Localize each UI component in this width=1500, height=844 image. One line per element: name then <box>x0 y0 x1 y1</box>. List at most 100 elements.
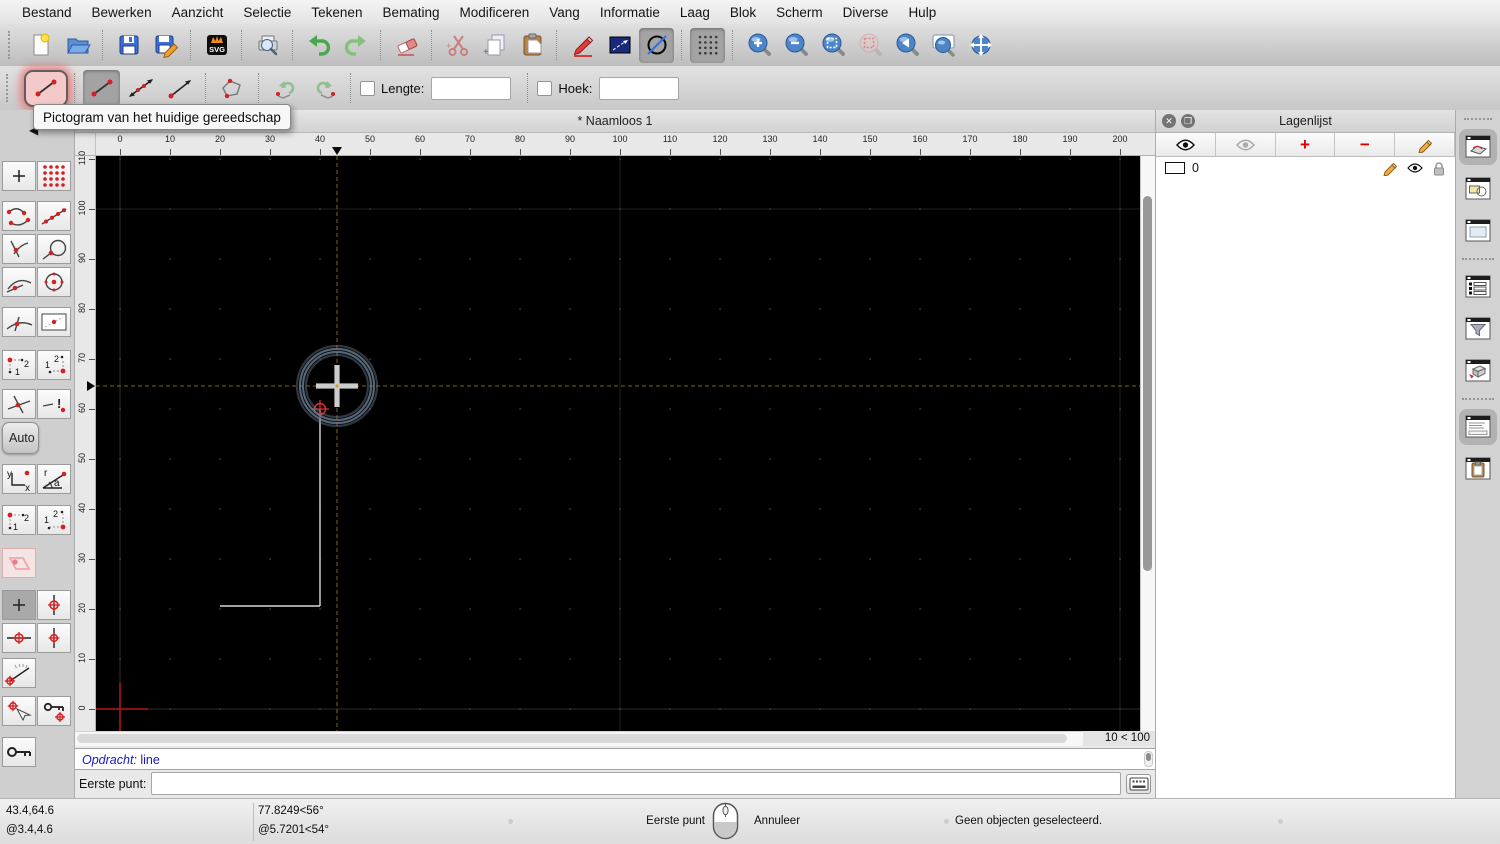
menu-vang[interactable]: Vang <box>539 5 590 20</box>
eraser-button[interactable] <box>389 28 424 63</box>
edit-layer-icon[interactable] <box>1382 160 1398 176</box>
view-list-panel-button[interactable] <box>1459 213 1497 249</box>
restrict-orthogonal-button[interactable] <box>37 590 71 620</box>
ray-button[interactable] <box>161 70 198 106</box>
menu-bemating[interactable]: Bemating <box>372 5 449 20</box>
restrict-horizontal-button[interactable] <box>2 623 36 653</box>
snap-tangent-button[interactable] <box>2 267 36 297</box>
drawing-canvas[interactable] <box>90 156 1140 735</box>
keyboard-toggle-button[interactable] <box>1126 773 1151 794</box>
toolbar-drag-handle[interactable] <box>6 74 12 102</box>
coord-cartesian-button[interactable]: yx <box>2 464 36 494</box>
polyline-button[interactable] <box>214 70 251 106</box>
snap-on-entity-button[interactable] <box>37 201 71 231</box>
close-icon[interactable]: ✕ <box>1162 114 1176 128</box>
menu-informatie[interactable]: Informatie <box>590 5 670 20</box>
history-scrollbar-thumb[interactable] <box>1146 753 1151 761</box>
snap-free-button[interactable] <box>2 161 36 191</box>
menu-blok[interactable]: Blok <box>720 5 766 20</box>
horizontal-scrollbar-thumb[interactable] <box>77 734 1067 743</box>
segment-redo-button[interactable] <box>306 70 343 106</box>
snap-distance-1-button[interactable]: 12 <box>2 350 36 380</box>
snap-entity-button[interactable] <box>37 234 71 264</box>
float-panel-icon[interactable]: ❐ <box>1181 114 1195 128</box>
snap-center-button[interactable] <box>37 267 71 297</box>
add-layer-button[interactable]: + <box>1275 133 1336 156</box>
menu-tekenen[interactable]: Tekenen <box>301 5 372 20</box>
snap-intersection-button[interactable] <box>2 234 36 264</box>
menu-aanzicht[interactable]: Aanzicht <box>162 5 234 20</box>
restrict-vertical-button[interactable] <box>37 623 71 653</box>
clipboard-panel-button[interactable] <box>1459 451 1497 487</box>
xline-button[interactable] <box>122 70 159 106</box>
cut-button[interactable]: + <box>440 28 475 63</box>
coord-relative-2-button[interactable]: 12 <box>37 505 71 535</box>
menu-laag[interactable]: Laag <box>670 5 720 20</box>
zoom-window-button[interactable] <box>926 28 961 63</box>
menu-selectie[interactable]: Selectie <box>233 5 301 20</box>
history-scrollbar[interactable] <box>1144 751 1153 767</box>
snap-exclude-button[interactable]: ! <box>37 389 71 419</box>
vertical-scrollbar[interactable] <box>1140 156 1155 731</box>
angle-input[interactable] <box>599 76 680 100</box>
command-line-panel-button[interactable] <box>1459 409 1497 445</box>
save-button[interactable] <box>111 28 146 63</box>
draw-pencil-button[interactable] <box>565 28 600 63</box>
length-input[interactable] <box>431 76 512 100</box>
menu-bestand[interactable]: Bestand <box>12 5 82 20</box>
selection-filter-panel-button[interactable] <box>1459 311 1497 347</box>
property-editor-panel-button[interactable] <box>1459 269 1497 305</box>
length-checkbox[interactable] <box>360 80 375 96</box>
redo-button[interactable] <box>338 28 373 63</box>
toolbar-drag-handle[interactable] <box>8 31 14 59</box>
layer-row[interactable]: 0 <box>1156 157 1455 179</box>
layer-list-panel-button[interactable] <box>1459 129 1497 165</box>
edit-layer-button[interactable] <box>1395 133 1455 156</box>
snap-grid-button[interactable] <box>37 161 71 191</box>
copy-button[interactable]: + <box>477 28 512 63</box>
snap-perpendicular-button[interactable] <box>2 307 36 337</box>
pan-button[interactable] <box>963 28 998 63</box>
coord-polar-button[interactable]: ra <box>37 464 71 494</box>
restrict-none-button[interactable] <box>2 590 36 620</box>
menu-bewerken[interactable]: Bewerken <box>82 5 162 20</box>
zoom-selection-button[interactable] <box>852 28 887 63</box>
hide-all-eye-button[interactable] <box>1215 133 1276 156</box>
zoom-auto-button[interactable] <box>815 28 850 63</box>
snap-endpoints-button[interactable] <box>2 201 36 231</box>
layer-lock-icon[interactable] <box>1432 161 1446 176</box>
open-folder-button[interactable] <box>60 28 95 63</box>
line-tool-button[interactable] <box>602 28 637 63</box>
menu-diverse[interactable]: Diverse <box>833 5 899 20</box>
paste-button[interactable] <box>514 28 549 63</box>
svg-export-button[interactable]: SVG <box>199 28 234 63</box>
view-previous-button[interactable] <box>889 28 924 63</box>
zoom-in-button[interactable] <box>741 28 776 63</box>
auto-snap-button[interactable]: Auto <box>2 422 39 454</box>
restrict-angle-button[interactable] <box>2 658 36 688</box>
coord-relative-1-button[interactable]: 12 <box>2 505 36 535</box>
layer-color-swatch[interactable] <box>1165 162 1185 174</box>
show-all-eye-button[interactable] <box>1156 133 1216 156</box>
menu-hulp[interactable]: Hulp <box>898 5 946 20</box>
snap-intersection-manual-button[interactable] <box>2 389 36 419</box>
undo-button[interactable] <box>301 28 336 63</box>
remove-layer-button[interactable]: − <box>1335 133 1396 156</box>
save-as-button[interactable] <box>148 28 183 63</box>
lock-relative-zero-button[interactable] <box>37 696 71 726</box>
vertical-scrollbar-thumb[interactable] <box>1143 196 1152 571</box>
new-file-button[interactable] <box>23 28 58 63</box>
menu-modificeren[interactable]: Modificeren <box>450 5 540 20</box>
snap-reference-button[interactable] <box>37 307 71 337</box>
dock-drag-handle[interactable] <box>1464 118 1492 120</box>
command-input[interactable] <box>151 772 1121 795</box>
library-browser-panel-button[interactable] <box>1459 353 1497 389</box>
segment-undo-button[interactable] <box>267 70 304 106</box>
line-2p-button[interactable] <box>83 70 120 106</box>
unlock-zero-button[interactable] <box>2 737 36 767</box>
snap-distance-2-button[interactable]: 12 <box>37 350 71 380</box>
grid-toggle-button[interactable] <box>690 27 725 63</box>
zoom-out-button[interactable] <box>778 28 813 63</box>
circle-slash-button[interactable] <box>639 27 674 63</box>
layer-visible-icon[interactable] <box>1407 163 1423 173</box>
